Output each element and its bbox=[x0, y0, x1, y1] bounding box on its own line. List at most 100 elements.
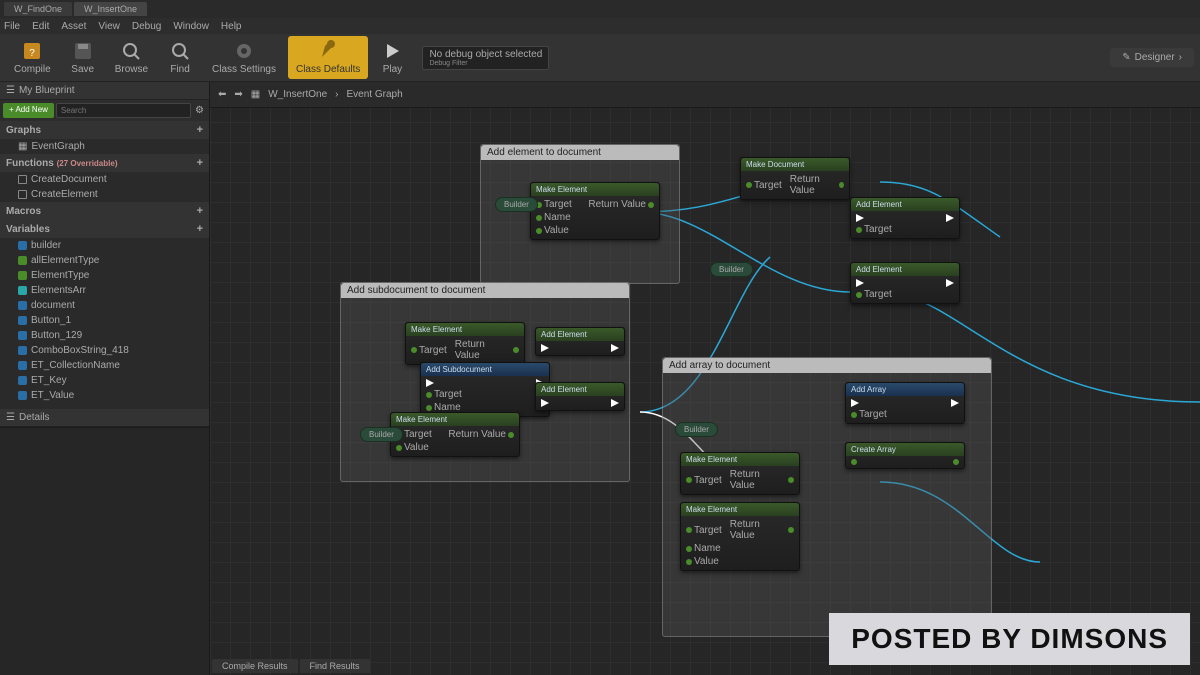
menu-asset[interactable]: Asset bbox=[61, 21, 86, 32]
graph-node[interactable]: Add Element Target bbox=[850, 262, 960, 304]
functions-category[interactable]: Functions (27 Overridable)+ bbox=[0, 154, 209, 172]
graph-node[interactable]: Add Element bbox=[535, 327, 625, 356]
variable-item[interactable]: Button_129 bbox=[0, 328, 209, 343]
graph-node[interactable]: Add Element bbox=[535, 382, 625, 411]
var-icon bbox=[18, 256, 27, 265]
node-header: Make Element bbox=[681, 503, 799, 516]
comment-title[interactable]: Add array to document bbox=[663, 358, 991, 373]
menu-view[interactable]: View bbox=[98, 21, 120, 32]
variable-item[interactable]: builder bbox=[0, 238, 209, 253]
var-icon bbox=[18, 346, 27, 355]
graph-node[interactable]: Make Element TargetReturn Value bbox=[405, 322, 525, 365]
graph-node[interactable]: Make Element TargetReturn ValueValue bbox=[390, 412, 520, 457]
macros-category[interactable]: Macros+ bbox=[0, 202, 209, 220]
details-panel bbox=[0, 427, 209, 675]
debug-filter-combo[interactable]: No debug object selected Debug Filter bbox=[422, 46, 549, 70]
settings-icon[interactable]: ⚙ bbox=[193, 103, 206, 118]
class-settings-button[interactable]: Class Settings bbox=[204, 36, 284, 79]
graph-node[interactable]: Make Element TargetReturn ValueNameValue bbox=[680, 502, 800, 571]
menu-help[interactable]: Help bbox=[221, 21, 242, 32]
comment-title[interactable]: Add subdocument to document bbox=[341, 283, 629, 298]
plus-icon[interactable]: + bbox=[197, 157, 203, 169]
compile-icon: ? bbox=[21, 40, 43, 62]
compile-button[interactable]: ? Compile bbox=[6, 36, 59, 79]
panel-icon: ☰ bbox=[6, 412, 15, 423]
graph-node[interactable]: Make Element TargetReturn Value Name Val… bbox=[530, 182, 660, 240]
graph-node[interactable]: Make Document TargetReturn Value bbox=[740, 157, 850, 200]
node-header: Make Element bbox=[681, 453, 799, 466]
variables-category[interactable]: Variables+ bbox=[0, 220, 209, 238]
node-header: Make Document bbox=[741, 158, 849, 171]
variable-item[interactable]: ElementType bbox=[0, 268, 209, 283]
find-button[interactable]: Find bbox=[160, 36, 200, 79]
variable-item[interactable]: ET_Value bbox=[0, 388, 209, 403]
node-header: Make Element bbox=[531, 183, 659, 196]
breadcrumb-leaf[interactable]: Event Graph bbox=[347, 89, 403, 100]
breadcrumb-root[interactable]: W_InsertOne bbox=[268, 89, 327, 100]
menu-debug[interactable]: Debug bbox=[132, 21, 161, 32]
variable-item[interactable]: ET_Key bbox=[0, 373, 209, 388]
play-button[interactable]: Play bbox=[372, 36, 412, 79]
watermark: POSTED BY DIMSONS bbox=[829, 613, 1190, 665]
graph-icon: ▦ bbox=[251, 89, 260, 100]
nav-fwd-icon[interactable]: ➡ bbox=[234, 89, 242, 100]
window-tab[interactable]: W_FindOne bbox=[4, 2, 72, 16]
graph-node[interactable]: Create Array bbox=[845, 442, 965, 469]
graph-node[interactable]: Add Array Target bbox=[845, 382, 965, 424]
bottom-tabs: Compile Results Find Results bbox=[210, 657, 372, 675]
my-blueprint-panel-header: ☰ My Blueprint bbox=[0, 82, 209, 100]
menubar: File Edit Asset View Debug Window Help bbox=[0, 18, 1200, 34]
variable-item[interactable]: ET_CollectionName bbox=[0, 358, 209, 373]
variable-get-node[interactable]: Builder bbox=[360, 427, 403, 442]
node-header: Add Element bbox=[536, 328, 624, 341]
graph-icon: ▦ bbox=[18, 141, 27, 152]
sidebar: ☰ My Blueprint + Add New ⚙ Graphs+ ▦Even… bbox=[0, 82, 210, 675]
event-graph-canvas[interactable]: ⬅ ➡ ▦ W_InsertOne › Event Graph Add elem… bbox=[210, 82, 1200, 675]
browse-button[interactable]: Browse bbox=[107, 36, 156, 79]
function-icon bbox=[18, 175, 27, 184]
svg-text:?: ? bbox=[30, 48, 36, 59]
menu-file[interactable]: File bbox=[4, 21, 20, 32]
var-icon bbox=[18, 361, 27, 370]
variable-get-node[interactable]: Builder bbox=[495, 197, 538, 212]
nav-back-icon[interactable]: ⬅ bbox=[218, 89, 226, 100]
graph-item-eventgraph[interactable]: ▦EventGraph bbox=[0, 139, 209, 154]
add-new-button[interactable]: + Add New bbox=[3, 103, 54, 118]
graphs-category[interactable]: Graphs+ bbox=[0, 121, 209, 139]
var-icon bbox=[18, 316, 27, 325]
tab-find-results[interactable]: Find Results bbox=[300, 659, 370, 673]
window-tab[interactable]: W_InsertOne bbox=[74, 2, 147, 16]
variable-get-node[interactable]: Builder bbox=[675, 422, 718, 437]
variable-item[interactable]: allElementType bbox=[0, 253, 209, 268]
node-header: Add Array bbox=[846, 383, 964, 396]
menu-window[interactable]: Window bbox=[173, 21, 209, 32]
search-input[interactable] bbox=[56, 103, 191, 118]
function-icon bbox=[18, 190, 27, 199]
comment-title[interactable]: Add element to document bbox=[481, 145, 679, 160]
variable-item[interactable]: document bbox=[0, 298, 209, 313]
save-button[interactable]: Save bbox=[63, 36, 103, 79]
function-item[interactable]: CreateElement bbox=[0, 187, 209, 202]
wrench-icon bbox=[317, 40, 339, 62]
designer-toggle[interactable]: ✎ Designer › bbox=[1110, 48, 1194, 67]
function-item[interactable]: CreateDocument bbox=[0, 172, 209, 187]
menu-edit[interactable]: Edit bbox=[32, 21, 49, 32]
plus-icon[interactable]: + bbox=[197, 124, 203, 136]
breadcrumb: ⬅ ➡ ▦ W_InsertOne › Event Graph bbox=[210, 82, 1200, 108]
variable-get-node[interactable]: Builder bbox=[710, 262, 753, 277]
plus-icon[interactable]: + bbox=[197, 205, 203, 217]
graph-node[interactable]: Add Subdocument TargetName bbox=[420, 362, 550, 417]
variable-item[interactable]: Button_1 bbox=[0, 313, 209, 328]
class-defaults-button[interactable]: Class Defaults bbox=[288, 36, 368, 79]
graph-node[interactable]: Make Element TargetReturn Value bbox=[680, 452, 800, 495]
find-icon bbox=[169, 40, 191, 62]
details-panel-header: ☰ Details bbox=[0, 409, 209, 427]
chevron-right-icon: › bbox=[1179, 52, 1182, 63]
plus-icon[interactable]: + bbox=[197, 223, 203, 235]
tab-compile-results[interactable]: Compile Results bbox=[212, 659, 298, 673]
var-icon bbox=[18, 286, 27, 295]
variable-item[interactable]: ElementsArr bbox=[0, 283, 209, 298]
var-icon bbox=[18, 376, 27, 385]
graph-node[interactable]: Add Element Target bbox=[850, 197, 960, 239]
variable-item[interactable]: ComboBoxString_418 bbox=[0, 343, 209, 358]
